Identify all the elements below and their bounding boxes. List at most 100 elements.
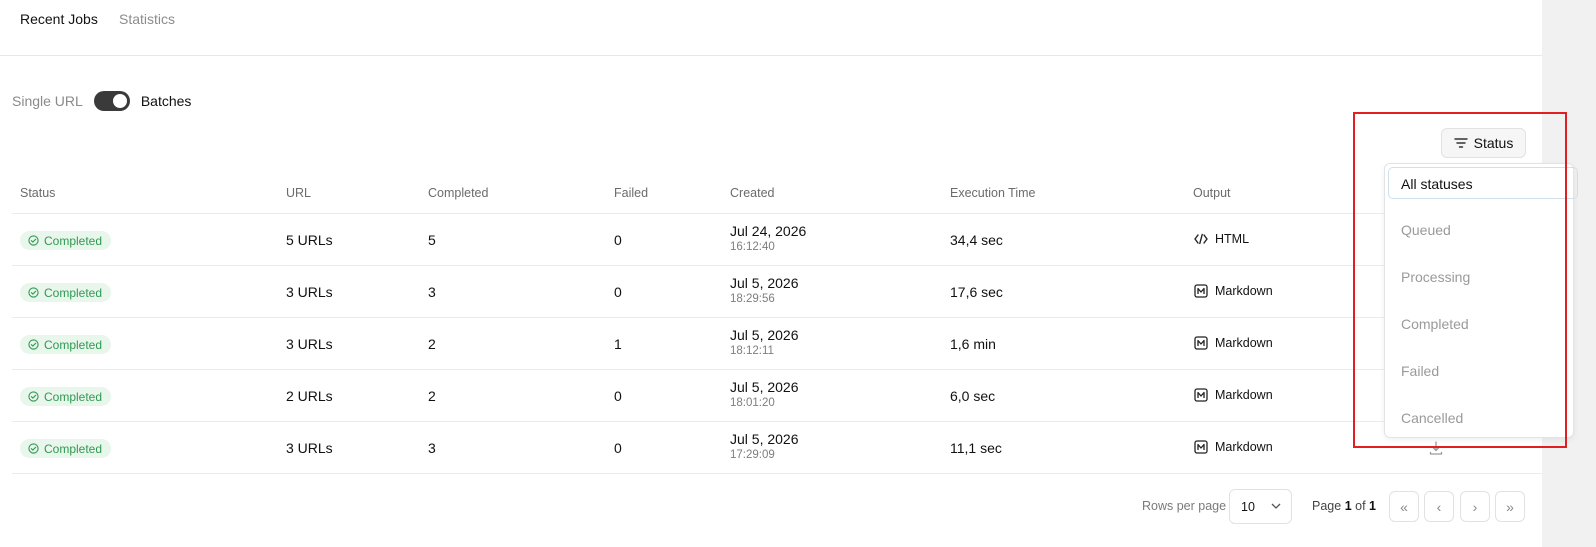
col-status[interactable]: Status	[20, 186, 55, 200]
col-created[interactable]: Created	[730, 186, 774, 200]
created-cell: Jul 24, 2026 16:12:40	[730, 223, 806, 253]
tab-statistics[interactable]: Statistics	[119, 11, 175, 27]
total-pages: 1	[1369, 499, 1376, 513]
chevron-down-icon	[1271, 503, 1281, 509]
col-url[interactable]: URL	[286, 186, 311, 200]
next-page-button[interactable]: ›	[1460, 491, 1490, 522]
single-url-label: Single URL	[12, 93, 83, 109]
rows-per-page-value: 10	[1241, 499, 1255, 514]
created-time: 18:12:11	[730, 345, 774, 357]
status-badge: Completed	[20, 387, 112, 406]
execution-time: 1,6 min	[950, 336, 996, 352]
url-count: 3 URLs	[286, 336, 333, 352]
filter-icon	[1453, 138, 1468, 148]
option-completed[interactable]: Completed	[1401, 316, 1469, 332]
col-completed[interactable]: Completed	[428, 186, 488, 200]
output-format[interactable]: HTML	[1194, 232, 1249, 246]
output-format[interactable]: Markdown	[1194, 336, 1273, 350]
last-page-button[interactable]: »	[1495, 491, 1525, 522]
output-label: Markdown	[1215, 336, 1273, 350]
status-text: Completed	[44, 337, 103, 352]
status-badge: Completed	[20, 335, 112, 354]
col-output[interactable]: Output	[1193, 186, 1231, 200]
of-word: of	[1355, 499, 1366, 513]
table-row[interactable]: Completed 3 URLs 3 0 Jul 5, 2026 17:29:09 11,1…	[12, 422, 1542, 474]
created-date: Jul 5, 2026	[730, 327, 799, 343]
url-count: 2 URLs	[286, 388, 333, 404]
markdown-icon	[1194, 388, 1208, 402]
status-badge: Completed	[20, 283, 112, 302]
check-circle-icon	[28, 443, 39, 454]
output-format[interactable]: Markdown	[1194, 440, 1273, 454]
check-circle-icon	[28, 391, 39, 402]
created-time: 16:12:40	[730, 241, 775, 253]
table-row[interactable]: Completed 3 URLs 3 0 Jul 5, 2026 18:29:56 17,6…	[12, 266, 1542, 318]
output-label: HTML	[1215, 232, 1250, 246]
check-circle-icon	[28, 339, 39, 350]
batches-label: Batches	[140, 93, 192, 109]
check-circle-icon	[28, 235, 39, 246]
status-text: Completed	[44, 285, 103, 300]
rows-per-page-label: Rows per page	[1142, 499, 1227, 513]
url-count: 3 URLs	[286, 284, 333, 300]
execution-time: 6,0 sec	[950, 388, 996, 404]
markdown-icon	[1194, 284, 1208, 298]
output-format[interactable]: Markdown	[1194, 388, 1273, 402]
toggle-knob	[112, 94, 127, 108]
table-header: Status URL Completed Failed Created Exec…	[12, 176, 1542, 214]
batches-toggle[interactable]	[93, 91, 130, 111]
created-cell: Jul 5, 2026 18:01:20	[730, 379, 799, 409]
status-text: Completed	[44, 441, 103, 456]
created-time: 18:29:56	[730, 293, 775, 305]
col-failed[interactable]: Failed	[614, 186, 648, 200]
table-row[interactable]: Completed 3 URLs 2 1 Jul 5, 2026 18:12:11 1,6 …	[12, 318, 1542, 370]
main-panel: Recent Jobs Statistics Single URL Batche…	[0, 0, 1542, 547]
created-date: Jul 24, 2026	[730, 223, 807, 239]
output-label: Markdown	[1215, 440, 1273, 454]
url-count: 5 URLs	[286, 232, 333, 248]
code-icon	[1194, 233, 1208, 245]
tab-bar: Recent Jobs Statistics	[0, 0, 1542, 56]
output-label: Markdown	[1215, 388, 1273, 402]
created-cell: Jul 5, 2026 18:12:11	[730, 327, 799, 357]
page-word: Page	[1312, 499, 1342, 513]
download-icon[interactable]	[1428, 440, 1444, 461]
status-badge: Completed	[20, 231, 112, 250]
status-text: Completed	[44, 233, 103, 248]
url-count: 3 URLs	[286, 440, 333, 456]
rows-per-page-select[interactable]: 10	[1229, 489, 1292, 524]
failed-count: 1	[614, 336, 622, 352]
current-page: 1	[1344, 499, 1352, 513]
page-indicator: Page 1 of 1	[1312, 499, 1376, 513]
completed-count: 3	[428, 440, 436, 456]
option-failed[interactable]: Failed	[1401, 363, 1439, 379]
first-page-button[interactable]: «	[1389, 491, 1419, 522]
created-time: 18:01:20	[730, 397, 775, 409]
prev-page-button[interactable]: ‹	[1424, 491, 1454, 522]
option-all-statuses[interactable]: All statuses	[1388, 167, 1578, 199]
completed-count: 5	[428, 232, 436, 248]
col-execution-time[interactable]: Execution Time	[950, 186, 1035, 200]
tab-recent-jobs[interactable]: Recent Jobs	[20, 11, 98, 27]
failed-count: 0	[614, 232, 622, 248]
option-queued[interactable]: Queued	[1401, 222, 1451, 238]
created-date: Jul 5, 2026	[730, 431, 799, 447]
output-format[interactable]: Markdown	[1194, 284, 1273, 298]
failed-count: 0	[614, 440, 622, 456]
completed-count: 3	[428, 284, 436, 300]
table-row[interactable]: Completed 2 URLs 2 0 Jul 5, 2026 18:01:20 6,0 …	[12, 370, 1542, 422]
status-filter-dropdown: All statuses Queued Processing Completed…	[1384, 163, 1578, 438]
created-time: 17:29:09	[730, 449, 775, 461]
created-date: Jul 5, 2026	[730, 379, 799, 395]
execution-time: 11,1 sec	[950, 440, 1002, 456]
option-cancelled[interactable]: Cancelled	[1401, 410, 1463, 426]
completed-count: 2	[428, 336, 436, 352]
execution-time: 34,4 sec	[950, 232, 1003, 248]
failed-count: 0	[614, 388, 622, 404]
status-filter-button[interactable]: Status	[1441, 128, 1526, 158]
status-filter-label: Status	[1473, 135, 1514, 151]
completed-count: 2	[428, 388, 436, 404]
table-row[interactable]: Completed 5 URLs 5 0 Jul 24, 2026 16:12:40 34,…	[12, 214, 1542, 266]
option-processing[interactable]: Processing	[1401, 269, 1470, 285]
markdown-icon	[1194, 440, 1208, 454]
